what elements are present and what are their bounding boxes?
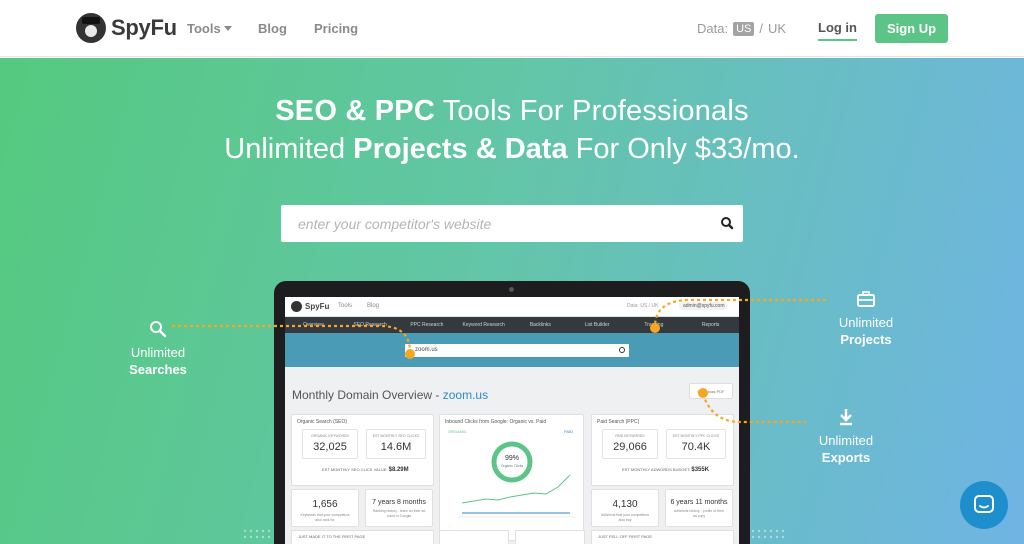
feature-connectors bbox=[172, 298, 826, 424]
chat-icon bbox=[974, 495, 994, 513]
searches-dot bbox=[405, 349, 415, 359]
chat-widget-button[interactable] bbox=[960, 481, 1008, 529]
exports-connector bbox=[701, 393, 806, 424]
projects-connector bbox=[653, 298, 826, 328]
projects-dot bbox=[650, 323, 660, 333]
searches-connector bbox=[172, 324, 412, 353]
exports-dot bbox=[698, 388, 708, 398]
